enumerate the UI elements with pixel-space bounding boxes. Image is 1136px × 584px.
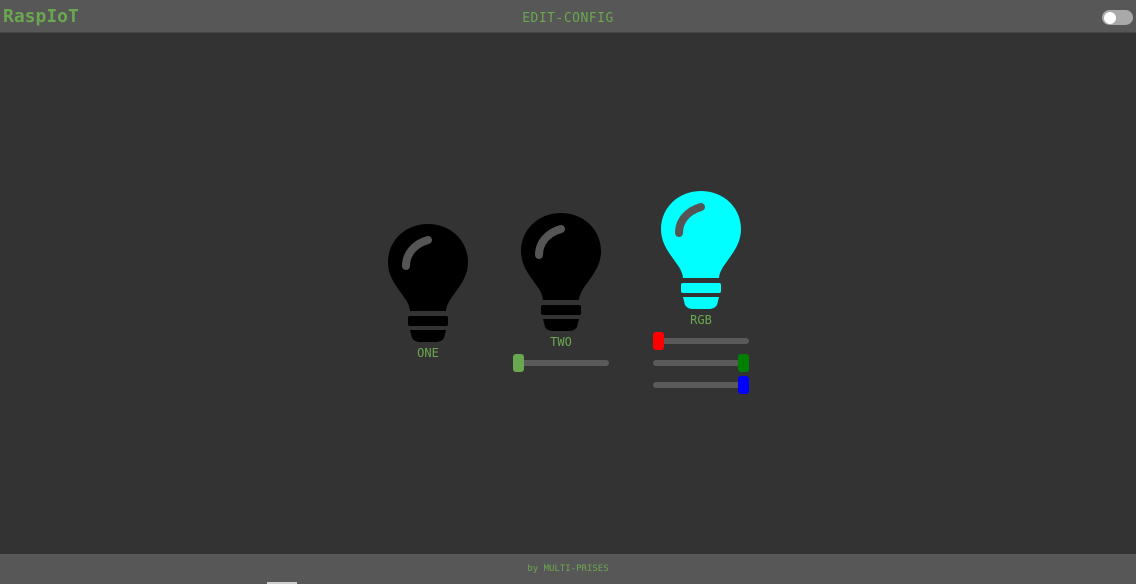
slider-thumb[interactable]	[653, 332, 664, 350]
slider-thumb[interactable]	[738, 354, 749, 372]
device-label: RGB	[690, 313, 712, 327]
footer: by MULTI-PRISES	[0, 554, 1136, 584]
slider-thumb[interactable]	[738, 376, 749, 394]
top-bar: RaspIoT EDIT-CONFIG	[0, 0, 1136, 33]
lightbulb-icon[interactable]	[659, 189, 743, 309]
blue-channel-slider[interactable]	[653, 376, 749, 394]
brightness-slider[interactable]	[513, 354, 609, 372]
page-title: EDIT-CONFIG	[522, 11, 614, 26]
device-label: ONE	[417, 346, 439, 360]
footer-credit: by MULTI-PRISES	[527, 564, 609, 574]
red-channel-slider[interactable]	[653, 332, 749, 350]
mode-toggle[interactable]	[1102, 10, 1133, 25]
slider-thumb[interactable]	[513, 354, 524, 372]
device-label: TWO	[550, 335, 572, 349]
lightbulb-icon[interactable]	[519, 211, 603, 331]
green-channel-slider[interactable]	[653, 354, 749, 372]
toggle-knob	[1104, 11, 1116, 24]
lightbulb-icon[interactable]	[386, 222, 470, 342]
